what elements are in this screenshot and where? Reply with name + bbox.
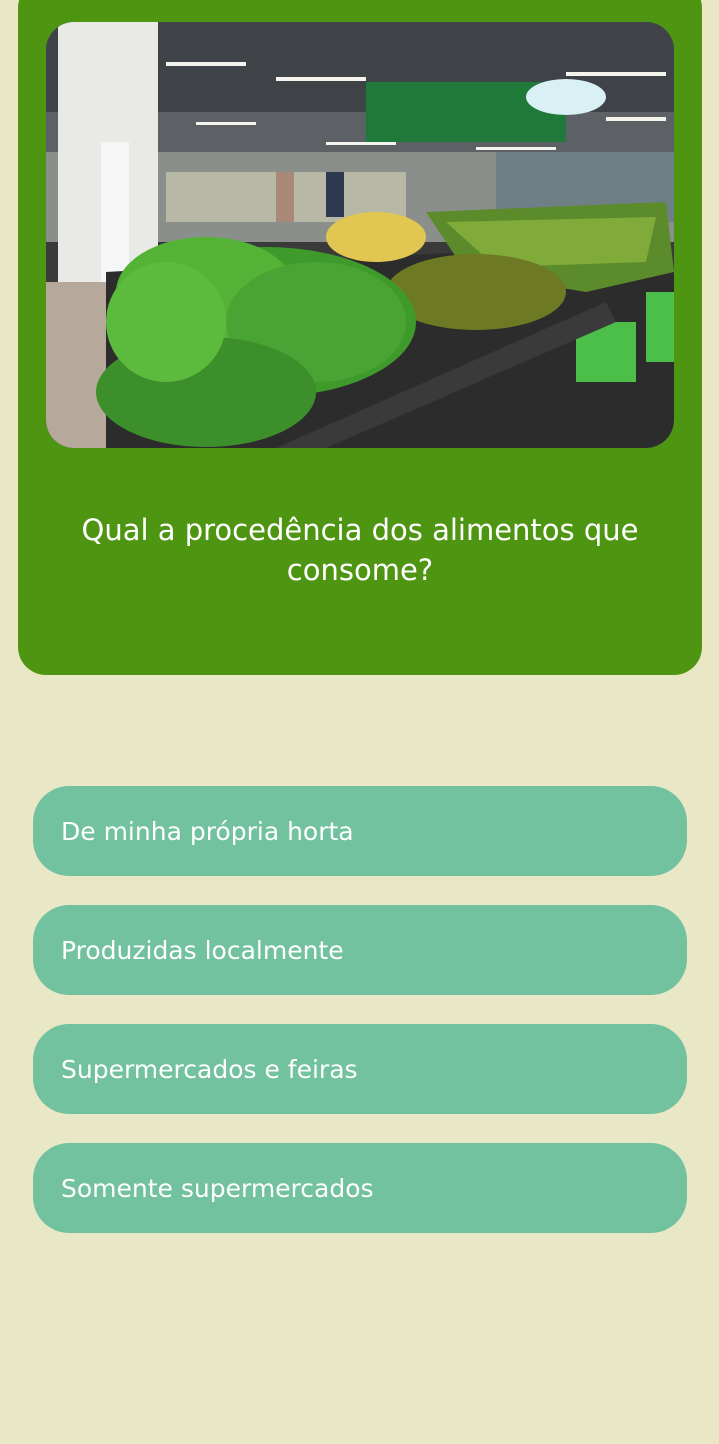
- option-label: Somente supermercados: [61, 1173, 374, 1203]
- option-supermarkets-and-fairs[interactable]: Supermercados e feiras: [33, 1024, 687, 1114]
- option-only-supermarkets[interactable]: Somente supermercados: [33, 1143, 687, 1233]
- option-own-garden[interactable]: De minha própria horta: [33, 786, 687, 876]
- question-card: Qual a procedência dos alimentos que con…: [18, 0, 702, 675]
- supermarket-produce-photo: [46, 22, 674, 448]
- option-locally-produced[interactable]: Produzidas localmente: [33, 905, 687, 995]
- option-label: Supermercados e feiras: [61, 1054, 358, 1084]
- option-label: Produzidas localmente: [61, 935, 344, 965]
- question-text: Qual a procedência dos alimentos que con…: [81, 513, 639, 587]
- option-label: De minha própria horta: [61, 816, 354, 846]
